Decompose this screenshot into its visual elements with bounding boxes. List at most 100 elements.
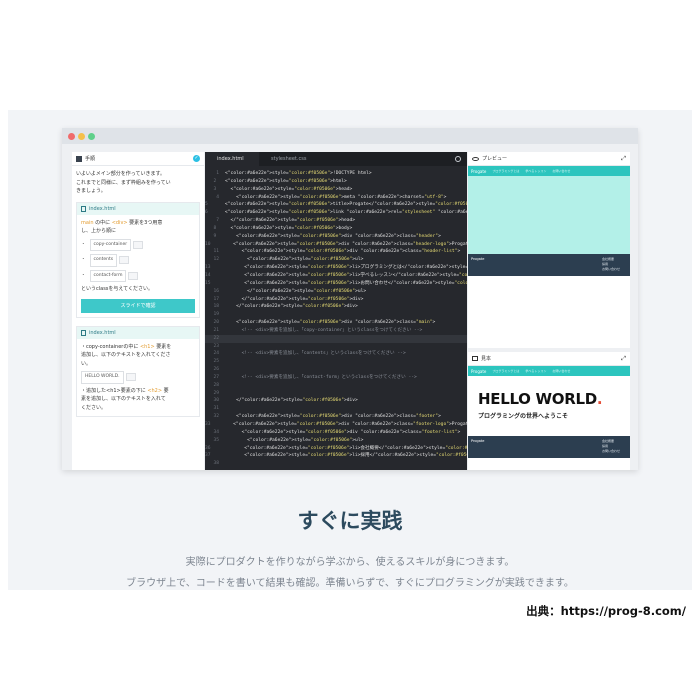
code-line[interactable]: 19 — [205, 311, 467, 319]
hello-dot: . — [596, 390, 603, 408]
expand-icon[interactable]: ⤢ — [621, 355, 626, 363]
source-credit: 出典：https://prog-8.com/ — [526, 604, 686, 618]
code-line[interactable]: 35 <"color:#a6e22e">style="color:#f0506e… — [205, 437, 467, 445]
copy-button[interactable] — [119, 256, 130, 265]
code-line[interactable]: 38 — [205, 460, 467, 468]
code-text: <!-- <div>要素を追加し、「contact-form」というclassを… — [225, 374, 417, 380]
tab-stylesheet-css[interactable]: stylesheet.css — [259, 152, 313, 166]
code-line[interactable]: 30 </"color:#a6e22e">style="color:#f0506… — [205, 397, 467, 405]
maximize-window-dot[interactable] — [88, 133, 95, 140]
code-line[interactable]: 32 <"color:#a6e22e">style="color:#f0506e… — [205, 413, 467, 421]
copy-button[interactable] — [125, 373, 136, 382]
class-name-tag: copy-container — [89, 238, 132, 251]
task-card-1: index.html main の中に <div> 要素を3つ用意 し、上から順… — [76, 201, 200, 318]
code-line[interactable]: 14 <"color:#a6e22e">style="color:#f0506e… — [205, 272, 467, 280]
check-icon: ✓ — [193, 155, 200, 162]
task-text: ・追加した<h1>要素の下に — [81, 387, 148, 394]
code-line[interactable]: 3 <"color:#a6e22e">style="color:#f0506e"… — [205, 186, 467, 194]
line-number: 34 — [213, 429, 219, 435]
line-number: 9 — [213, 233, 219, 239]
line-number: 21 — [213, 327, 219, 333]
code-line[interactable]: 5 <"color:#a6e22e">style="color:#f0506e"… — [205, 201, 467, 209]
code-text: <"color:#a6e22e">style="color:#f0506e">m… — [225, 194, 447, 200]
code-text: <"color:#a6e22e">style="color:#f0506e">d… — [225, 414, 441, 420]
code-line[interactable]: 10 <"color:#a6e22e">style="color:#f0506e… — [205, 241, 467, 249]
code-line[interactable]: 21 <!-- <div>要素を追加し、「copy-container」というc… — [205, 327, 467, 335]
task-text: 要素を — [154, 343, 172, 350]
code-line[interactable]: 1 <"color:#a6e22e">style="color:#f0506e">… — [205, 170, 467, 178]
code-text: <"color:#a6e22e">style="color:#f0506e">u… — [225, 437, 364, 443]
code-line[interactable]: 33 <"color:#a6e22e">style="color:#f0506e… — [205, 421, 467, 429]
line-number: 25 — [213, 359, 219, 365]
minimize-window-dot[interactable] — [78, 133, 85, 140]
footer-link: お問い合わせ — [601, 267, 620, 271]
line-number: 35 — [213, 437, 219, 443]
code-line[interactable]: 31 — [205, 405, 467, 413]
code-text: </"color:#a6e22e">style="color:#f0506e">… — [225, 218, 356, 224]
line-number: 3 — [213, 186, 219, 192]
line-number: 19 — [213, 312, 219, 318]
code-line[interactable]: 26 — [205, 366, 467, 374]
code-text: </"color:#a6e22e">style="color:#f0506e">… — [225, 304, 358, 310]
copy-button[interactable] — [128, 271, 139, 280]
line-number: 36 — [205, 445, 211, 451]
code-line[interactable]: 29 — [205, 390, 467, 398]
code-line[interactable]: 18 </"color:#a6e22e">style="color:#f0506… — [205, 303, 467, 311]
code-line[interactable]: 16 </"color:#a6e22e">style="color:#f0506… — [205, 288, 467, 296]
class-item: ・ contact-form — [81, 269, 195, 282]
code-line[interactable]: 11 <"color:#a6e22e">style="color:#f0506e… — [205, 248, 467, 256]
code-line[interactable]: 7 </"color:#a6e22e">style="color:#f0506e… — [205, 217, 467, 225]
code-line[interactable]: 24 <!-- <div>要素を追加し、「contents」というclassをつ… — [205, 350, 467, 358]
code-text: <"color:#a6e22e">style="color:#f0506e">b… — [225, 225, 353, 231]
line-number: 11 — [213, 249, 219, 255]
code-text: <"color:#a6e22e">style="color:#f0506e">h… — [225, 178, 347, 184]
code-line[interactable]: 20 <"color:#a6e22e">style="color:#f0506e… — [205, 319, 467, 327]
code-area[interactable]: 1 <"color:#a6e22e">style="color:#f0506e">… — [205, 166, 467, 468]
copy-button[interactable] — [133, 240, 144, 249]
editor-tabs: index.html stylesheet.css — [205, 152, 467, 166]
line-number: 1 — [216, 171, 219, 176]
hello-heading: HELLO WORLD. — [478, 390, 620, 408]
code-line[interactable]: 27 <!-- <div>要素を追加し、「contact-form」というcla… — [205, 374, 467, 382]
expand-icon[interactable]: ⤢ — [621, 155, 626, 163]
code-line[interactable]: 22 — [205, 334, 467, 343]
site-logo: Progate — [471, 168, 487, 174]
site-nav-item: お問い合わせ — [552, 369, 571, 373]
code-line[interactable]: 13 <"color:#a6e22e">style="color:#f0506e… — [205, 264, 467, 272]
tab-index-html[interactable]: index.html — [205, 152, 259, 166]
code-text: <"color:#a6e22e">style="color:#f0506e">d… — [225, 249, 461, 255]
code-editor: index.html stylesheet.css 1 <"color:#a6e2… — [205, 152, 467, 470]
code-line[interactable]: 9 <"color:#a6e22e">style="color:#f0506e"… — [205, 233, 467, 241]
description-line-2: ブラウザ上で、コードを書いて結果も確認。準備いらずで、すぐにプログラミングが実践… — [126, 578, 574, 589]
footer-links: 会社概要 採用 お問い合わせ — [602, 439, 620, 454]
slide-confirm-button[interactable]: スライドで確認 — [81, 298, 195, 313]
intro-line: いよいよメイン部分を作っていきます。 — [76, 171, 166, 177]
code-line[interactable]: 37 <"color:#a6e22e">style="color:#f0506e… — [205, 452, 467, 460]
sample-title: 見本 — [481, 356, 492, 362]
line-number: 29 — [213, 390, 219, 396]
task-card-body: ・copy-containerの中に <h1> 要素を 追加し、以下のテキストを… — [77, 339, 199, 417]
line-number: 7 — [216, 218, 219, 224]
code-line[interactable]: 25 — [205, 358, 467, 366]
book-icon — [76, 155, 82, 162]
task-line: 追加し、以下のテキストを入れてくださ — [81, 352, 171, 358]
code-line[interactable]: 6 <"color:#a6e22e">style="color:#f0506e"… — [205, 209, 467, 217]
preview-header: プレビュー ⤢ — [468, 152, 630, 166]
class-name-tag: contents — [89, 254, 118, 267]
line-number: 32 — [213, 414, 219, 420]
code-line[interactable]: 34 <"color:#a6e22e">style="color:#f0506e… — [205, 429, 467, 437]
task-file-name: index.html — [89, 329, 116, 336]
close-window-dot[interactable] — [68, 133, 75, 140]
code-line[interactable]: 36 <"color:#a6e22e">style="color:#f0506e… — [205, 445, 467, 453]
line-number: 10 — [205, 241, 211, 247]
code-line[interactable]: 17 </"color:#a6e22e">style="color:#f0506… — [205, 296, 467, 304]
code-line[interactable]: 4 <"color:#a6e22e">style="color:#f0506e"… — [205, 194, 467, 202]
code-line[interactable]: 28 — [205, 382, 467, 390]
code-line[interactable]: 12 <"color:#a6e22e">style="color:#f0506e… — [205, 256, 467, 264]
gear-icon[interactable] — [455, 156, 461, 162]
code-line[interactable]: 8 <"color:#a6e22e">style="color:#f0506e"… — [205, 225, 467, 233]
code-line[interactable]: 23 — [205, 343, 467, 351]
window-titlebar — [62, 128, 638, 144]
code-line[interactable]: 2 <"color:#a6e22e">style="color:#f0506e"… — [205, 178, 467, 186]
code-line[interactable]: 15 <"color:#a6e22e">style="color:#f0506e… — [205, 280, 467, 288]
